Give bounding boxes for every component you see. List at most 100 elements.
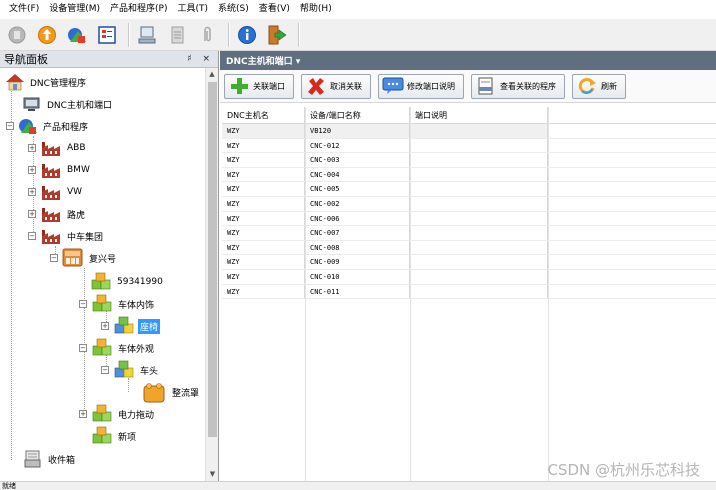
network-button[interactable] <box>134 22 160 48</box>
tree-item-land-rover[interactable]: + 路虎 <box>28 203 87 225</box>
column-header-description[interactable]: 端口说明 <box>410 107 548 123</box>
table-row[interactable]: WZY CNC-004 <box>222 167 716 183</box>
navigation-panel: 导航面板 ♯ × DNC管理程序 DNC主机和端口 − 产品和程序 + ABB <box>0 51 219 481</box>
collapse-toggle-icon[interactable]: − <box>28 232 36 240</box>
cell-host: WZY <box>222 240 305 255</box>
view-linked-programs-button[interactable]: 查看关联的程序 <box>471 73 565 99</box>
tree-item-bmw[interactable]: + BMW <box>28 159 92 181</box>
expand-toggle-icon[interactable]: + <box>79 410 87 418</box>
table-row[interactable]: WZY CNC-011 <box>222 284 716 300</box>
tree-item-59341990[interactable]: 59341990 <box>89 271 165 293</box>
pin-close-icon[interactable]: ♯ × <box>187 54 214 64</box>
tree-label: 59341990 <box>117 277 163 287</box>
menu-tools[interactable]: 工具(T) <box>172 0 213 19</box>
cell-device: VB120 <box>305 124 410 138</box>
tree-item-exterior[interactable]: − 车体外观 <box>79 337 156 359</box>
unlink-button[interactable]: 取消关联 <box>301 73 371 99</box>
button-label: 取消关联 <box>330 81 362 91</box>
panel-title[interactable]: DNC主机和端口 ▾ <box>220 51 716 70</box>
tree-item-dnc-root[interactable]: DNC管理程序 <box>4 71 88 93</box>
toolbar-separator <box>298 22 300 47</box>
table-row[interactable]: WZY CNC-002 <box>222 196 716 212</box>
tree-item-interior[interactable]: − 车体内饰 <box>79 293 156 315</box>
collapse-toggle-icon[interactable]: − <box>6 122 14 130</box>
scroll-thumb[interactable] <box>208 82 217 437</box>
cell-device: CNC-008 <box>305 240 410 255</box>
table-row[interactable]: WZY CNC-009 <box>222 255 716 270</box>
info-button[interactable] <box>234 22 260 48</box>
tree-item-electric-drive[interactable]: + 电力拖动 <box>79 403 156 425</box>
stop-button[interactable] <box>4 22 30 48</box>
table-row[interactable]: WZY CNC-005 <box>222 182 716 197</box>
tree-item-abb[interactable]: + ABB <box>28 137 88 159</box>
nav-title: 导航面板 <box>4 53 48 66</box>
upload-button[interactable] <box>34 22 60 48</box>
table-row[interactable]: WZY CNC-003 <box>222 153 716 168</box>
blue-cubes-icon <box>114 360 134 378</box>
refresh-button[interactable]: 刷新 <box>572 73 626 99</box>
menu-help[interactable]: 帮助(H) <box>295 0 337 19</box>
collapse-toggle-icon[interactable]: − <box>50 254 58 262</box>
document-button[interactable] <box>164 22 190 48</box>
info-icon <box>238 25 256 44</box>
collapse-toggle-icon[interactable]: − <box>101 366 109 374</box>
tree-item-inbox[interactable]: 收件箱 <box>22 448 77 470</box>
tree-item-fairing[interactable]: 整流罩 <box>142 381 201 403</box>
main-toolbar <box>0 19 716 51</box>
factory-icon <box>42 208 60 222</box>
column-header-host[interactable]: DNC主机名 <box>222 107 305 123</box>
tree-item-products[interactable]: − 产品和程序 <box>6 115 90 137</box>
tree-label: 路虎 <box>67 210 86 221</box>
list-view-button[interactable] <box>94 22 120 48</box>
menu-system[interactable]: 系统(S) <box>213 0 254 19</box>
scroll-up-icon[interactable]: ▲ <box>206 68 218 81</box>
tree-item-front[interactable]: − 车头 <box>101 359 160 381</box>
table-row[interactable]: WZY CNC-007 <box>222 226 716 241</box>
plus-icon <box>228 76 250 96</box>
cell-description <box>410 211 548 226</box>
tree-item-crrc[interactable]: − 中车集团 <box>28 225 105 247</box>
tree-item-fuxinghao[interactable]: − 复兴号 <box>50 247 118 269</box>
tree-item-dnc-host-port[interactable]: DNC主机和端口 <box>22 93 114 115</box>
status-bar: 就绪 <box>0 481 716 490</box>
exit-button[interactable] <box>264 22 290 48</box>
link-port-button[interactable]: 关联端口 <box>224 73 294 99</box>
tree-item-seat[interactable]: + 座椅 <box>101 315 161 337</box>
cell-description <box>410 255 548 269</box>
button-label: 查看关联的程序 <box>500 81 556 91</box>
tree-label: 新项 <box>118 432 137 443</box>
menu-view[interactable]: 查看(V) <box>254 0 295 19</box>
collapse-toggle-icon[interactable]: − <box>79 300 87 308</box>
monitor-network-icon <box>138 26 156 43</box>
expand-toggle-icon[interactable]: + <box>101 322 109 330</box>
table-row[interactable]: WZY CNC-012 <box>222 138 716 154</box>
products-button[interactable] <box>64 22 90 48</box>
expand-toggle-icon[interactable]: + <box>28 188 36 196</box>
cell-description <box>410 226 548 240</box>
paperclip-icon <box>204 26 211 41</box>
menu-device-management[interactable]: 设备管理(M) <box>44 0 105 19</box>
attach-button[interactable] <box>194 22 220 48</box>
column-header-device[interactable]: 设备/端口名称 <box>305 107 410 123</box>
table-row[interactable]: WZY CNC-010 <box>222 269 716 285</box>
tree-item-new-item[interactable]: 新项 <box>90 425 138 447</box>
menu-file[interactable]: 文件(F) <box>4 0 44 19</box>
cell-description <box>410 182 548 196</box>
menu-products-programs[interactable]: 产品和程序(P) <box>105 0 172 19</box>
edit-port-description-button[interactable]: 修改端口说明 <box>378 73 464 99</box>
cell-device: CNC-011 <box>305 284 410 299</box>
table-row[interactable]: WZY CNC-006 <box>222 211 716 227</box>
table-row[interactable]: WZY VB120 <box>222 124 716 139</box>
expand-toggle-icon[interactable]: + <box>28 166 36 174</box>
scroll-down-icon[interactable]: ▼ <box>206 468 218 481</box>
cell-device: CNC-010 <box>305 269 410 284</box>
table-row[interactable]: WZY CNC-008 <box>222 240 716 256</box>
collapse-toggle-icon[interactable]: − <box>79 344 87 352</box>
expand-toggle-icon[interactable]: + <box>28 210 36 218</box>
tree-item-vw[interactable]: + VW <box>28 181 84 203</box>
product-box-icon <box>62 248 83 267</box>
expand-toggle-icon[interactable]: + <box>28 144 36 152</box>
nav-scrollbar[interactable]: ▲ ▼ <box>205 68 218 481</box>
cell-host: WZY <box>222 211 305 226</box>
toolbar-separator <box>128 22 130 47</box>
